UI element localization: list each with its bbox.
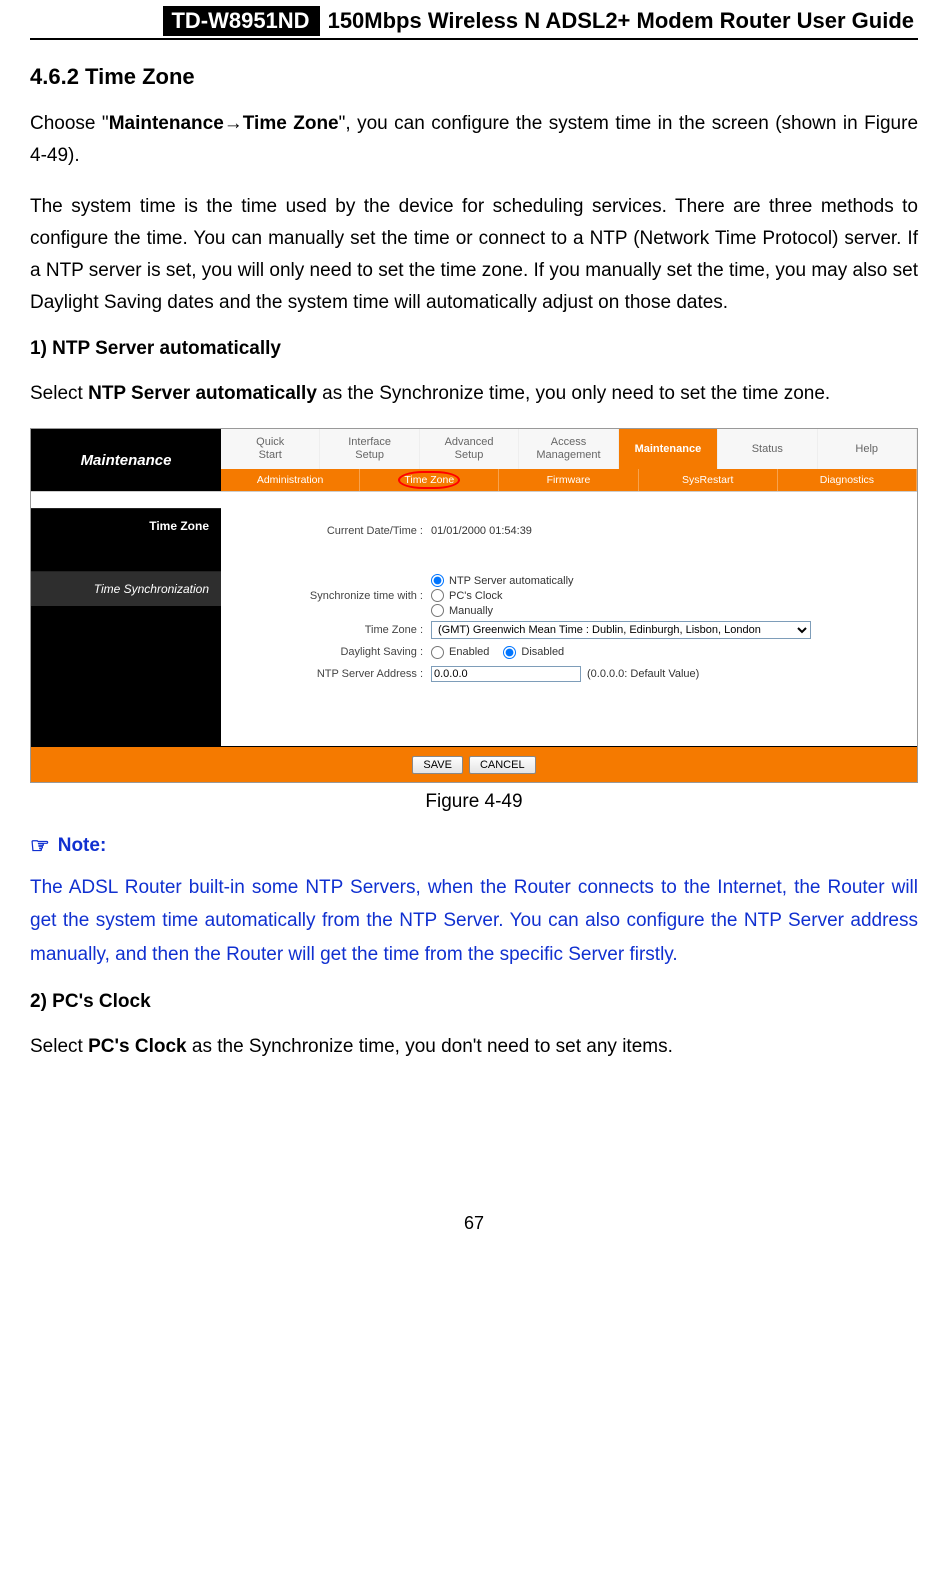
label-time-zone: Time Zone : (221, 624, 431, 636)
side-label-time-zone: Time Zone (31, 508, 221, 543)
side-label-column: Time Zone Time Synchronization (31, 508, 221, 746)
subtab-diagnostics[interactable]: Diagnostics (778, 469, 917, 491)
breadcrumb-bold-2: Time Zone (243, 113, 339, 134)
row-ntp-address: NTP Server Address : (0.0.0.0: Default V… (221, 663, 917, 685)
row-daylight-saving: Daylight Saving : Enabled Disabled (221, 641, 917, 663)
select-time-zone[interactable]: (GMT) Greenwich Mean Time : Dublin, Edin… (431, 621, 811, 639)
input-ntp-address[interactable] (431, 666, 581, 682)
radio-input[interactable] (431, 604, 444, 617)
section-heading: 4.6.2 Time Zone (30, 64, 918, 90)
row-current-datetime: Current Date/Time : 01/01/2000 01:54:39 (221, 520, 917, 542)
subtab-label: Administration (257, 474, 324, 486)
subtab-label: Firmware (547, 474, 591, 486)
action-bar: SAVE CANCEL (31, 746, 917, 782)
label-current-datetime: Current Date/Time : (221, 525, 431, 537)
radio-label: PC's Clock (449, 590, 502, 602)
subtab-label: SysRestart (682, 474, 733, 486)
radio-manually[interactable]: Manually (431, 604, 493, 617)
text: as the Synchronize time, you don't need … (187, 1036, 673, 1057)
value-current-datetime: 01/01/2000 01:54:39 (431, 525, 917, 537)
side-label-time-sync: Time Synchronization (31, 571, 221, 606)
row-sync-with: Synchronize time with : NTP Server autom… (221, 572, 917, 619)
label-daylight-saving: Daylight Saving : (221, 646, 431, 658)
tab-maintenance[interactable]: Maintenance (619, 429, 718, 469)
note-heading: ☞ Note: (30, 835, 918, 857)
model-badge: TD-W8951ND (163, 6, 319, 36)
spacer (31, 543, 221, 571)
spacer (221, 542, 917, 572)
pointing-hand-icon: ☞ (30, 835, 50, 857)
spacer (31, 606, 221, 746)
router-admin-screenshot: Maintenance QuickStart InterfaceSetup Ad… (30, 428, 918, 783)
radio-input[interactable] (431, 646, 444, 659)
list-item-2-body: Select PC's Clock as the Synchronize tim… (30, 1031, 918, 1063)
tab-status[interactable]: Status (718, 429, 817, 469)
form-body: Time Zone Time Synchronization Current D… (31, 508, 917, 746)
figure-caption: Figure 4-49 (30, 791, 918, 813)
spacer (31, 492, 917, 508)
value-time-zone: (GMT) Greenwich Mean Time : Dublin, Edin… (431, 621, 917, 639)
text: Select (30, 1036, 88, 1057)
value-ntp-address: (0.0.0.0: Default Value) (431, 666, 917, 682)
radio-pc-clock[interactable]: PC's Clock (431, 589, 502, 602)
note-body: The ADSL Router built-in some NTP Server… (30, 871, 918, 971)
text: Choose " (30, 113, 109, 134)
radio-label: NTP Server automatically (449, 575, 574, 587)
tab-advanced-setup[interactable]: AdvancedSetup (420, 429, 519, 469)
radio-input[interactable] (431, 574, 444, 587)
arrow: → (224, 113, 243, 134)
secondary-tabs: Administration Time Zone Firmware SysRes… (221, 469, 917, 491)
list-item-1-heading: 1) NTP Server automatically (30, 338, 918, 360)
note-label: Note: (58, 835, 107, 857)
subtab-administration[interactable]: Administration (221, 469, 360, 491)
subtab-sysrestart[interactable]: SysRestart (639, 469, 778, 491)
value-daylight-saving: Enabled Disabled (431, 646, 917, 659)
save-button[interactable]: SAVE (412, 756, 463, 774)
list-item-1-body: Select NTP Server automatically as the S… (30, 378, 918, 410)
spacer (221, 685, 917, 703)
bold-ntp: NTP Server automatically (88, 383, 317, 404)
cancel-button[interactable]: CANCEL (469, 756, 536, 774)
radio-label: Manually (449, 605, 493, 617)
primary-tabs: QuickStart InterfaceSetup AdvancedSetup … (221, 429, 917, 469)
tab-quick-start[interactable]: QuickStart (221, 429, 320, 469)
subtab-time-zone[interactable]: Time Zone (360, 469, 499, 491)
label-ntp-address: NTP Server Address : (221, 668, 431, 680)
hint-ntp-default: (0.0.0.0: Default Value) (587, 668, 699, 680)
subtab-firmware[interactable]: Firmware (499, 469, 638, 491)
tab-access-management[interactable]: AccessManagement (519, 429, 618, 469)
guide-title: 150Mbps Wireless N ADSL2+ Modem Router U… (328, 8, 918, 34)
subtab-label: Diagnostics (820, 474, 874, 486)
text: Select (30, 383, 88, 404)
intro-paragraph-1: Choose "Maintenance→Time Zone", you can … (30, 108, 918, 173)
list-item-2-heading: 2) PC's Clock (30, 991, 918, 1013)
radio-ntp-auto[interactable]: NTP Server automatically (431, 574, 574, 587)
radio-ds-enabled[interactable]: Enabled (431, 646, 489, 659)
section-title-left: Maintenance (31, 429, 221, 491)
form-area: Current Date/Time : 01/01/2000 01:54:39 … (221, 508, 917, 746)
text: Time Zone (404, 474, 454, 486)
value-sync-with: NTP Server automatically PC's Clock Manu… (431, 574, 917, 617)
page-number: 67 (30, 1213, 918, 1234)
subtab-label: Time Zone (404, 474, 454, 486)
document-header: TD-W8951ND 150Mbps Wireless N ADSL2+ Mod… (30, 0, 918, 40)
bold-pc-clock: PC's Clock (88, 1036, 187, 1057)
radio-input[interactable] (431, 589, 444, 602)
label-sync-with: Synchronize time with : (221, 590, 431, 602)
intro-paragraph-2: The system time is the time used by the … (30, 191, 918, 320)
breadcrumb-bold-1: Maintenance (109, 113, 224, 134)
tabs-row: Maintenance QuickStart InterfaceSetup Ad… (31, 429, 917, 492)
tab-help[interactable]: Help (818, 429, 917, 469)
radio-label: Disabled (521, 646, 564, 658)
radio-input[interactable] (503, 646, 516, 659)
radio-label: Enabled (449, 646, 489, 658)
row-time-zone: Time Zone : (GMT) Greenwich Mean Time : … (221, 619, 917, 641)
radio-ds-disabled[interactable]: Disabled (503, 646, 564, 659)
main-tabs-container: QuickStart InterfaceSetup AdvancedSetup … (221, 429, 917, 491)
text: as the Synchronize time, you only need t… (317, 383, 830, 404)
tab-interface-setup[interactable]: InterfaceSetup (320, 429, 419, 469)
